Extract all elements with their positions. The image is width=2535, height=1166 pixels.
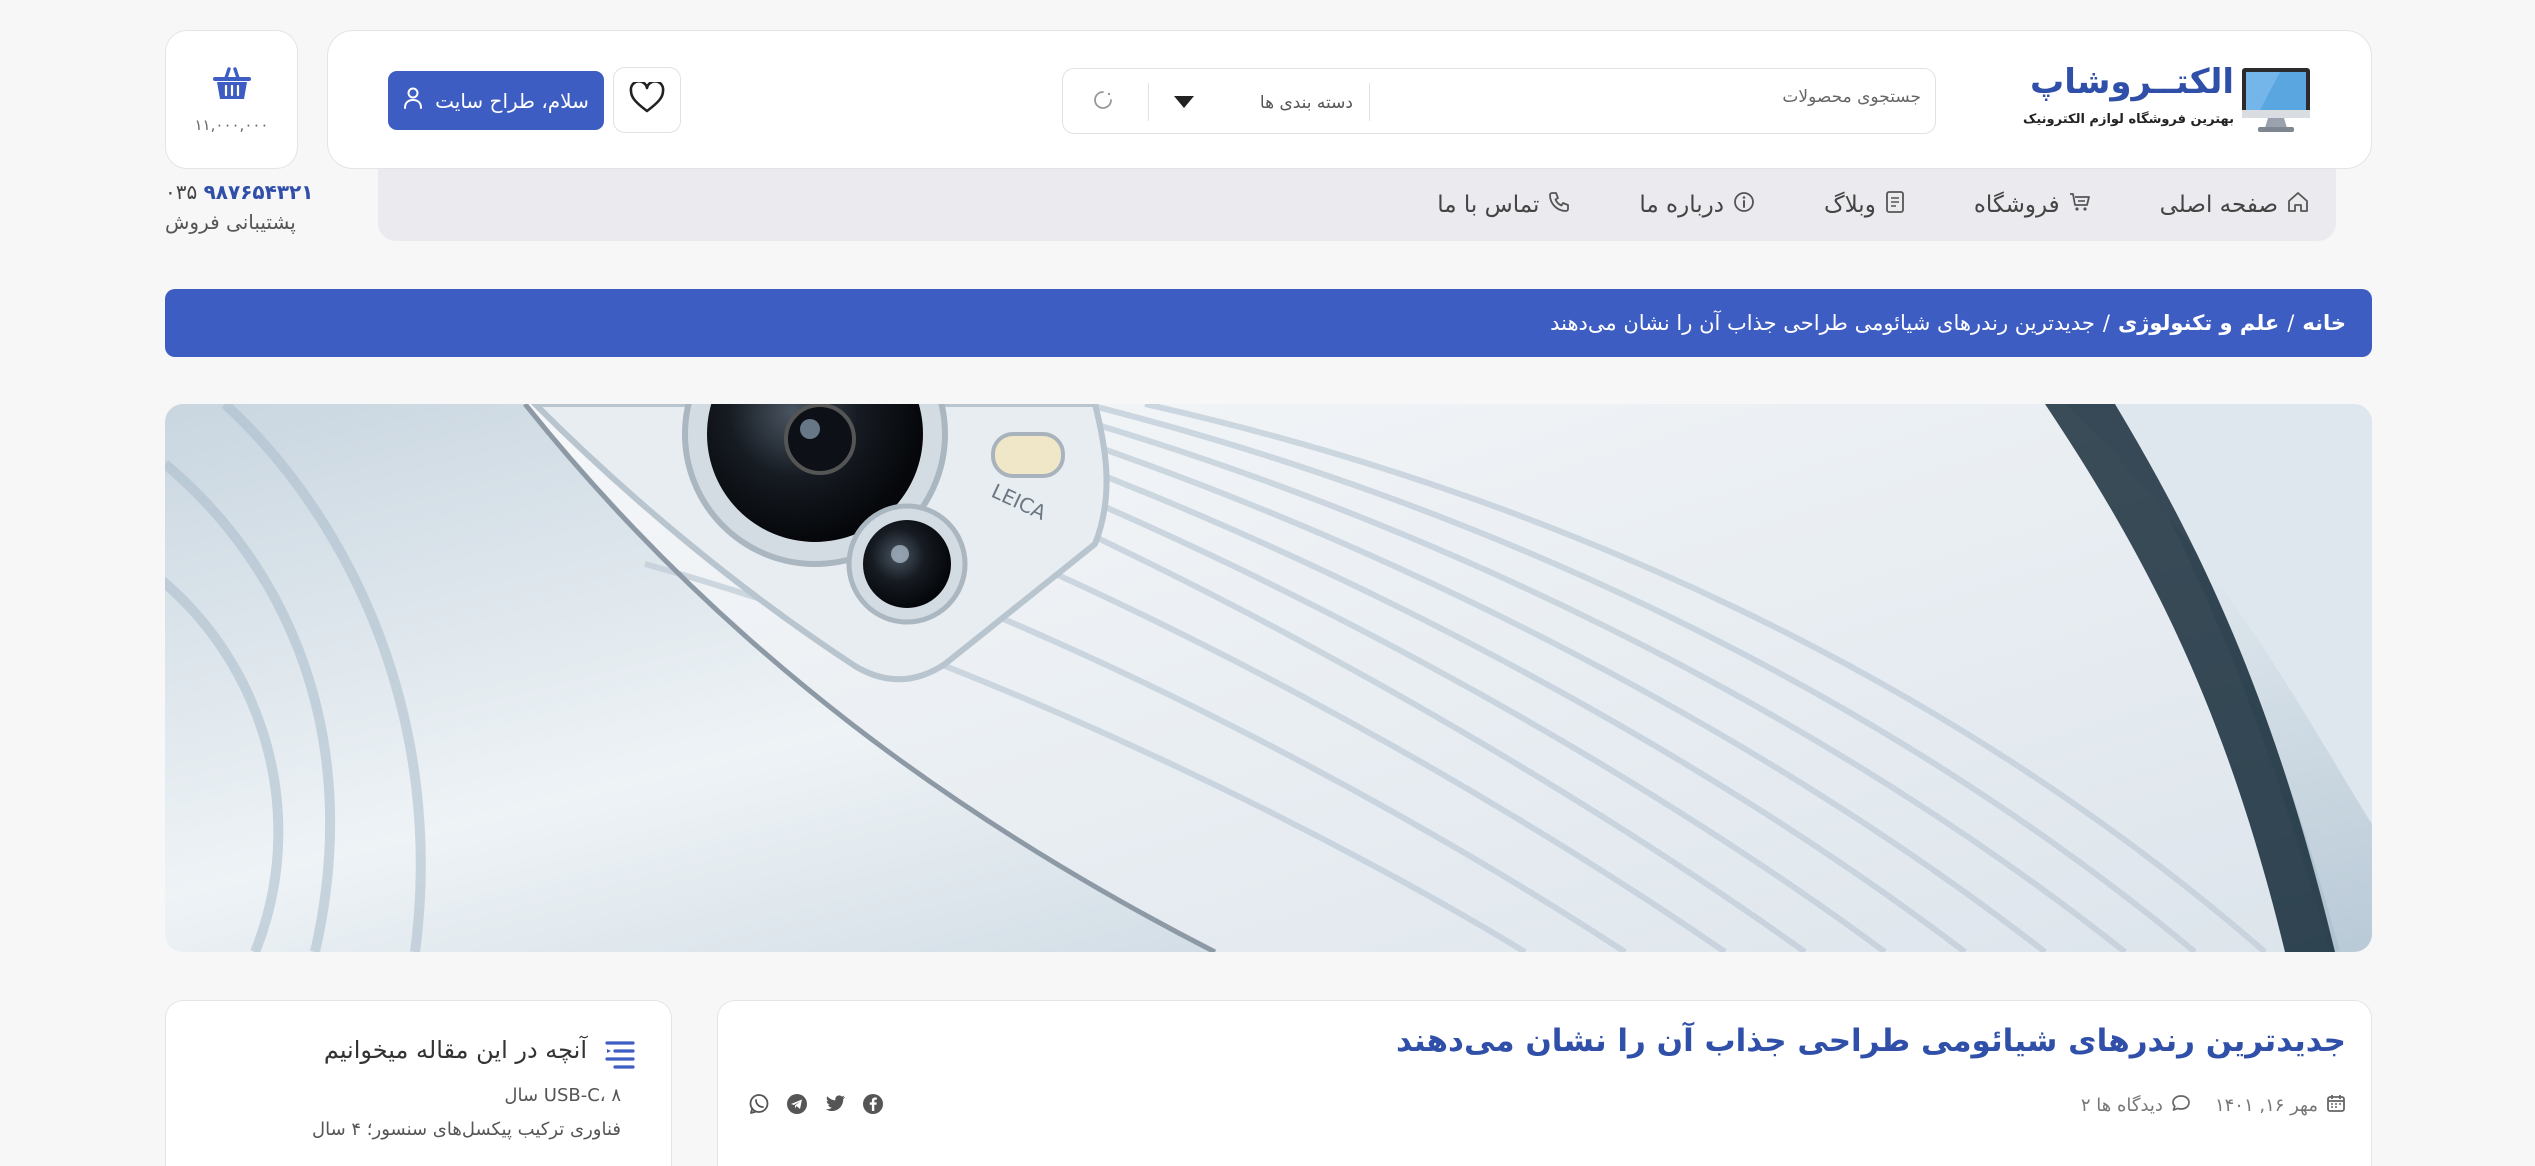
nav-label-home: صفحه اصلی	[2159, 192, 2278, 218]
logo-subtitle: بهترین فروشگاه لوازم الکترونیک	[2023, 112, 2234, 127]
home-icon	[2286, 190, 2310, 220]
info-icon	[1732, 190, 1756, 220]
toc-list: USB-C، ۸ سال فناوری ترکیب پیکسل‌های سنسو…	[312, 1085, 621, 1153]
basket-icon	[212, 66, 252, 106]
support-phone[interactable]: ۹۸۷۶۵۴۳۲۱	[204, 180, 314, 204]
nav-label-about: درباره ما	[1639, 192, 1724, 218]
toc-title: آنچه در این مقاله میخوانیم	[323, 1036, 587, 1064]
nav-label-blog: وبلاگ	[1823, 192, 1876, 218]
breadcrumb-current: جدیدترین رندرهای شیائومی طراحی جذاب آن ر…	[1550, 311, 2095, 335]
breadcrumb-separator: /	[2287, 311, 2295, 335]
list-icon	[605, 1039, 635, 1073]
comments-text: ۲ دیدگاه ها	[2080, 1095, 2163, 1116]
comment-icon	[2171, 1093, 2191, 1118]
breadcrumb: خانه / علم و تکنولوژی / جدیدترین رندرهای…	[1550, 289, 2346, 357]
article-date: مهر ۱۶, ۱۴۰۱	[2215, 1093, 2346, 1118]
article-meta: مهر ۱۶, ۱۴۰۱ ۲ دیدگاه ها	[2081, 1093, 2346, 1118]
user-icon	[403, 87, 423, 114]
search-divider	[1148, 83, 1149, 121]
telegram-icon[interactable]	[786, 1093, 808, 1115]
heart-icon	[629, 80, 665, 118]
login-label: سلام، طراح سایت	[435, 88, 589, 113]
nav-item-shop[interactable]: فروشگاه	[1974, 190, 2092, 220]
loading-spinner-icon	[1091, 88, 1115, 116]
article-card: جدیدترین رندرهای شیائومی طراحی جذاب آن ر…	[717, 1000, 2372, 1166]
breadcrumb-category[interactable]: علم و تکنولوژی	[2118, 311, 2279, 335]
date-text: مهر ۱۶, ۱۴۰۱	[2214, 1095, 2318, 1116]
breadcrumb-home[interactable]: خانه	[2302, 311, 2346, 335]
nav-item-blog[interactable]: وبلاگ	[1824, 190, 1906, 220]
logo-title: الکتــروشاپ	[2030, 62, 2234, 102]
support-label: پشتیبانی فروش	[165, 210, 296, 234]
calendar-icon	[2326, 1093, 2346, 1118]
support-phone-line: ۰۳۵ ۹۸۷۶۵۴۳۲۱	[165, 180, 315, 204]
article-comments[interactable]: ۲ دیدگاه ها	[2081, 1093, 2191, 1118]
table-of-contents: آنچه در این مقاله میخوانیم USB-C، ۸ سال …	[165, 1000, 672, 1166]
search-bar: دسته بندی ها	[1062, 68, 1936, 134]
toc-item[interactable]: USB-C، ۸ سال	[312, 1085, 621, 1106]
nav-item-contact[interactable]: تماس با ما	[1437, 190, 1571, 220]
monitor-icon	[2240, 66, 2312, 138]
article-title: جدیدترین رندرهای شیائومی طراحی جذاب آن ر…	[1396, 1023, 2346, 1059]
category-label: دسته بندی ها	[1259, 93, 1353, 113]
shop-cart-icon	[2068, 190, 2092, 220]
toc-item[interactable]: فناوری ترکیب پیکسل‌های سنسور؛ ۴ سال	[312, 1119, 621, 1140]
nav-label-shop: فروشگاه	[1973, 192, 2060, 218]
whatsapp-icon[interactable]	[748, 1093, 770, 1115]
main-nav: صفحه اصلی فروشگاه وبلاگ درباره ما تماس ب…	[378, 169, 2336, 241]
site-logo[interactable]: الکتــروشاپ بهترین فروشگاه لوازم الکترون…	[2023, 62, 2312, 138]
nav-label-contact: تماس با ما	[1437, 192, 1540, 218]
article-hero-image: LEICA	[165, 404, 2372, 952]
caret-down-icon	[1173, 94, 1195, 113]
support-area-code: ۰۳۵	[165, 180, 198, 204]
nav-item-home[interactable]: صفحه اصلی	[2160, 190, 2310, 220]
share-links	[748, 1093, 884, 1115]
category-select[interactable]: دسته بندی ها	[1173, 89, 1353, 117]
nav-item-about[interactable]: درباره ما	[1639, 190, 1756, 220]
breadcrumb-bar: خانه / علم و تکنولوژی / جدیدترین رندرهای…	[165, 289, 2372, 357]
breadcrumb-separator: /	[2102, 311, 2110, 335]
cart-amount: ۱۱,۰۰۰,۰۰۰	[194, 115, 269, 134]
facebook-icon[interactable]	[862, 1093, 884, 1115]
phone-icon	[1547, 190, 1571, 220]
blog-icon	[1884, 190, 1906, 220]
login-button[interactable]: سلام، طراح سایت	[388, 71, 604, 130]
cart-button[interactable]: ۱۱,۰۰۰,۰۰۰	[165, 30, 298, 169]
sales-support: ۰۳۵ ۹۸۷۶۵۴۳۲۱ پشتیبانی فروش	[165, 180, 315, 234]
search-button[interactable]	[1083, 87, 1123, 117]
search-divider	[1369, 83, 1370, 121]
wishlist-button[interactable]	[613, 67, 681, 133]
search-input[interactable]	[1421, 87, 1921, 107]
twitter-icon[interactable]	[824, 1094, 846, 1114]
